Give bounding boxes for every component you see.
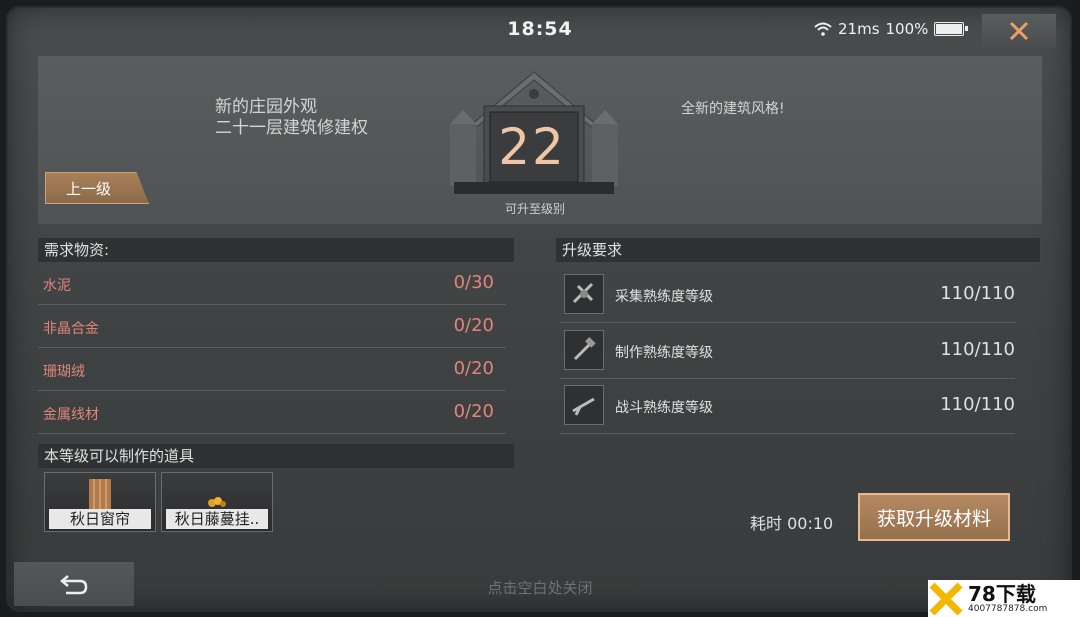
craftable-header: 本等级可以制作的道具 [38, 444, 514, 468]
watermark-x-icon [929, 582, 963, 615]
upgrade-time: 耗时 00:10 [750, 514, 834, 533]
ping-text: 21ms [838, 20, 880, 38]
style-note: 全新的建筑风格! [681, 101, 785, 117]
status-indicators: 21ms 100% [814, 20, 969, 38]
craftable-item[interactable]: 秋日藤蔓挂.. [161, 472, 273, 532]
battery-text: 100% [885, 20, 929, 38]
back-button[interactable] [14, 562, 134, 606]
vine-icon [208, 497, 226, 507]
back-arrow-icon [60, 575, 88, 595]
requirement-row: 制作熟练度等级 110/110 [560, 327, 1015, 379]
gather-icon [564, 274, 604, 314]
requirement-row: 战斗熟练度等级 110/110 [560, 382, 1015, 434]
material-row: 珊瑚绒 0/20 [38, 349, 506, 391]
target-level: 22 [498, 118, 566, 176]
combat-icon [564, 385, 604, 425]
watermark-brand: 78下载 [968, 581, 1036, 606]
close-button[interactable] [982, 14, 1056, 48]
watermark-logo: 78下载 4007787878.com [928, 580, 1080, 617]
craftable-item[interactable]: 秋日窗帘 [44, 472, 156, 532]
requirements-header: 升级要求 [556, 238, 1040, 262]
requirement-row: 采集熟练度等级 110/110 [560, 271, 1015, 323]
material-row: 非晶合金 0/20 [38, 306, 506, 348]
material-row: 水泥 0/30 [38, 263, 506, 305]
desc-line-1: 新的庄园外观 [215, 97, 317, 117]
battery-icon [934, 22, 969, 36]
watermark-sub: 4007787878.com [968, 603, 1048, 614]
curtain-icon [89, 479, 111, 509]
material-row: 金属线材 0/20 [38, 392, 506, 434]
close-hint[interactable]: 点击空白处关闭 [430, 577, 650, 598]
clock: 18:54 [507, 18, 573, 40]
get-materials-button[interactable]: 获取升级材料 [858, 493, 1010, 541]
level-caption: 可升至级别 [504, 202, 565, 216]
prev-level-button[interactable]: 上一级 [45, 172, 149, 204]
materials-header: 需求物资: [38, 238, 514, 262]
upgrade-description: 新的庄园外观 二十一层建筑修建权 [215, 97, 368, 139]
craft-icon [564, 330, 604, 370]
wifi-icon [814, 22, 832, 36]
close-icon [1009, 21, 1029, 41]
desc-line-2: 二十一层建筑修建权 [215, 118, 368, 138]
